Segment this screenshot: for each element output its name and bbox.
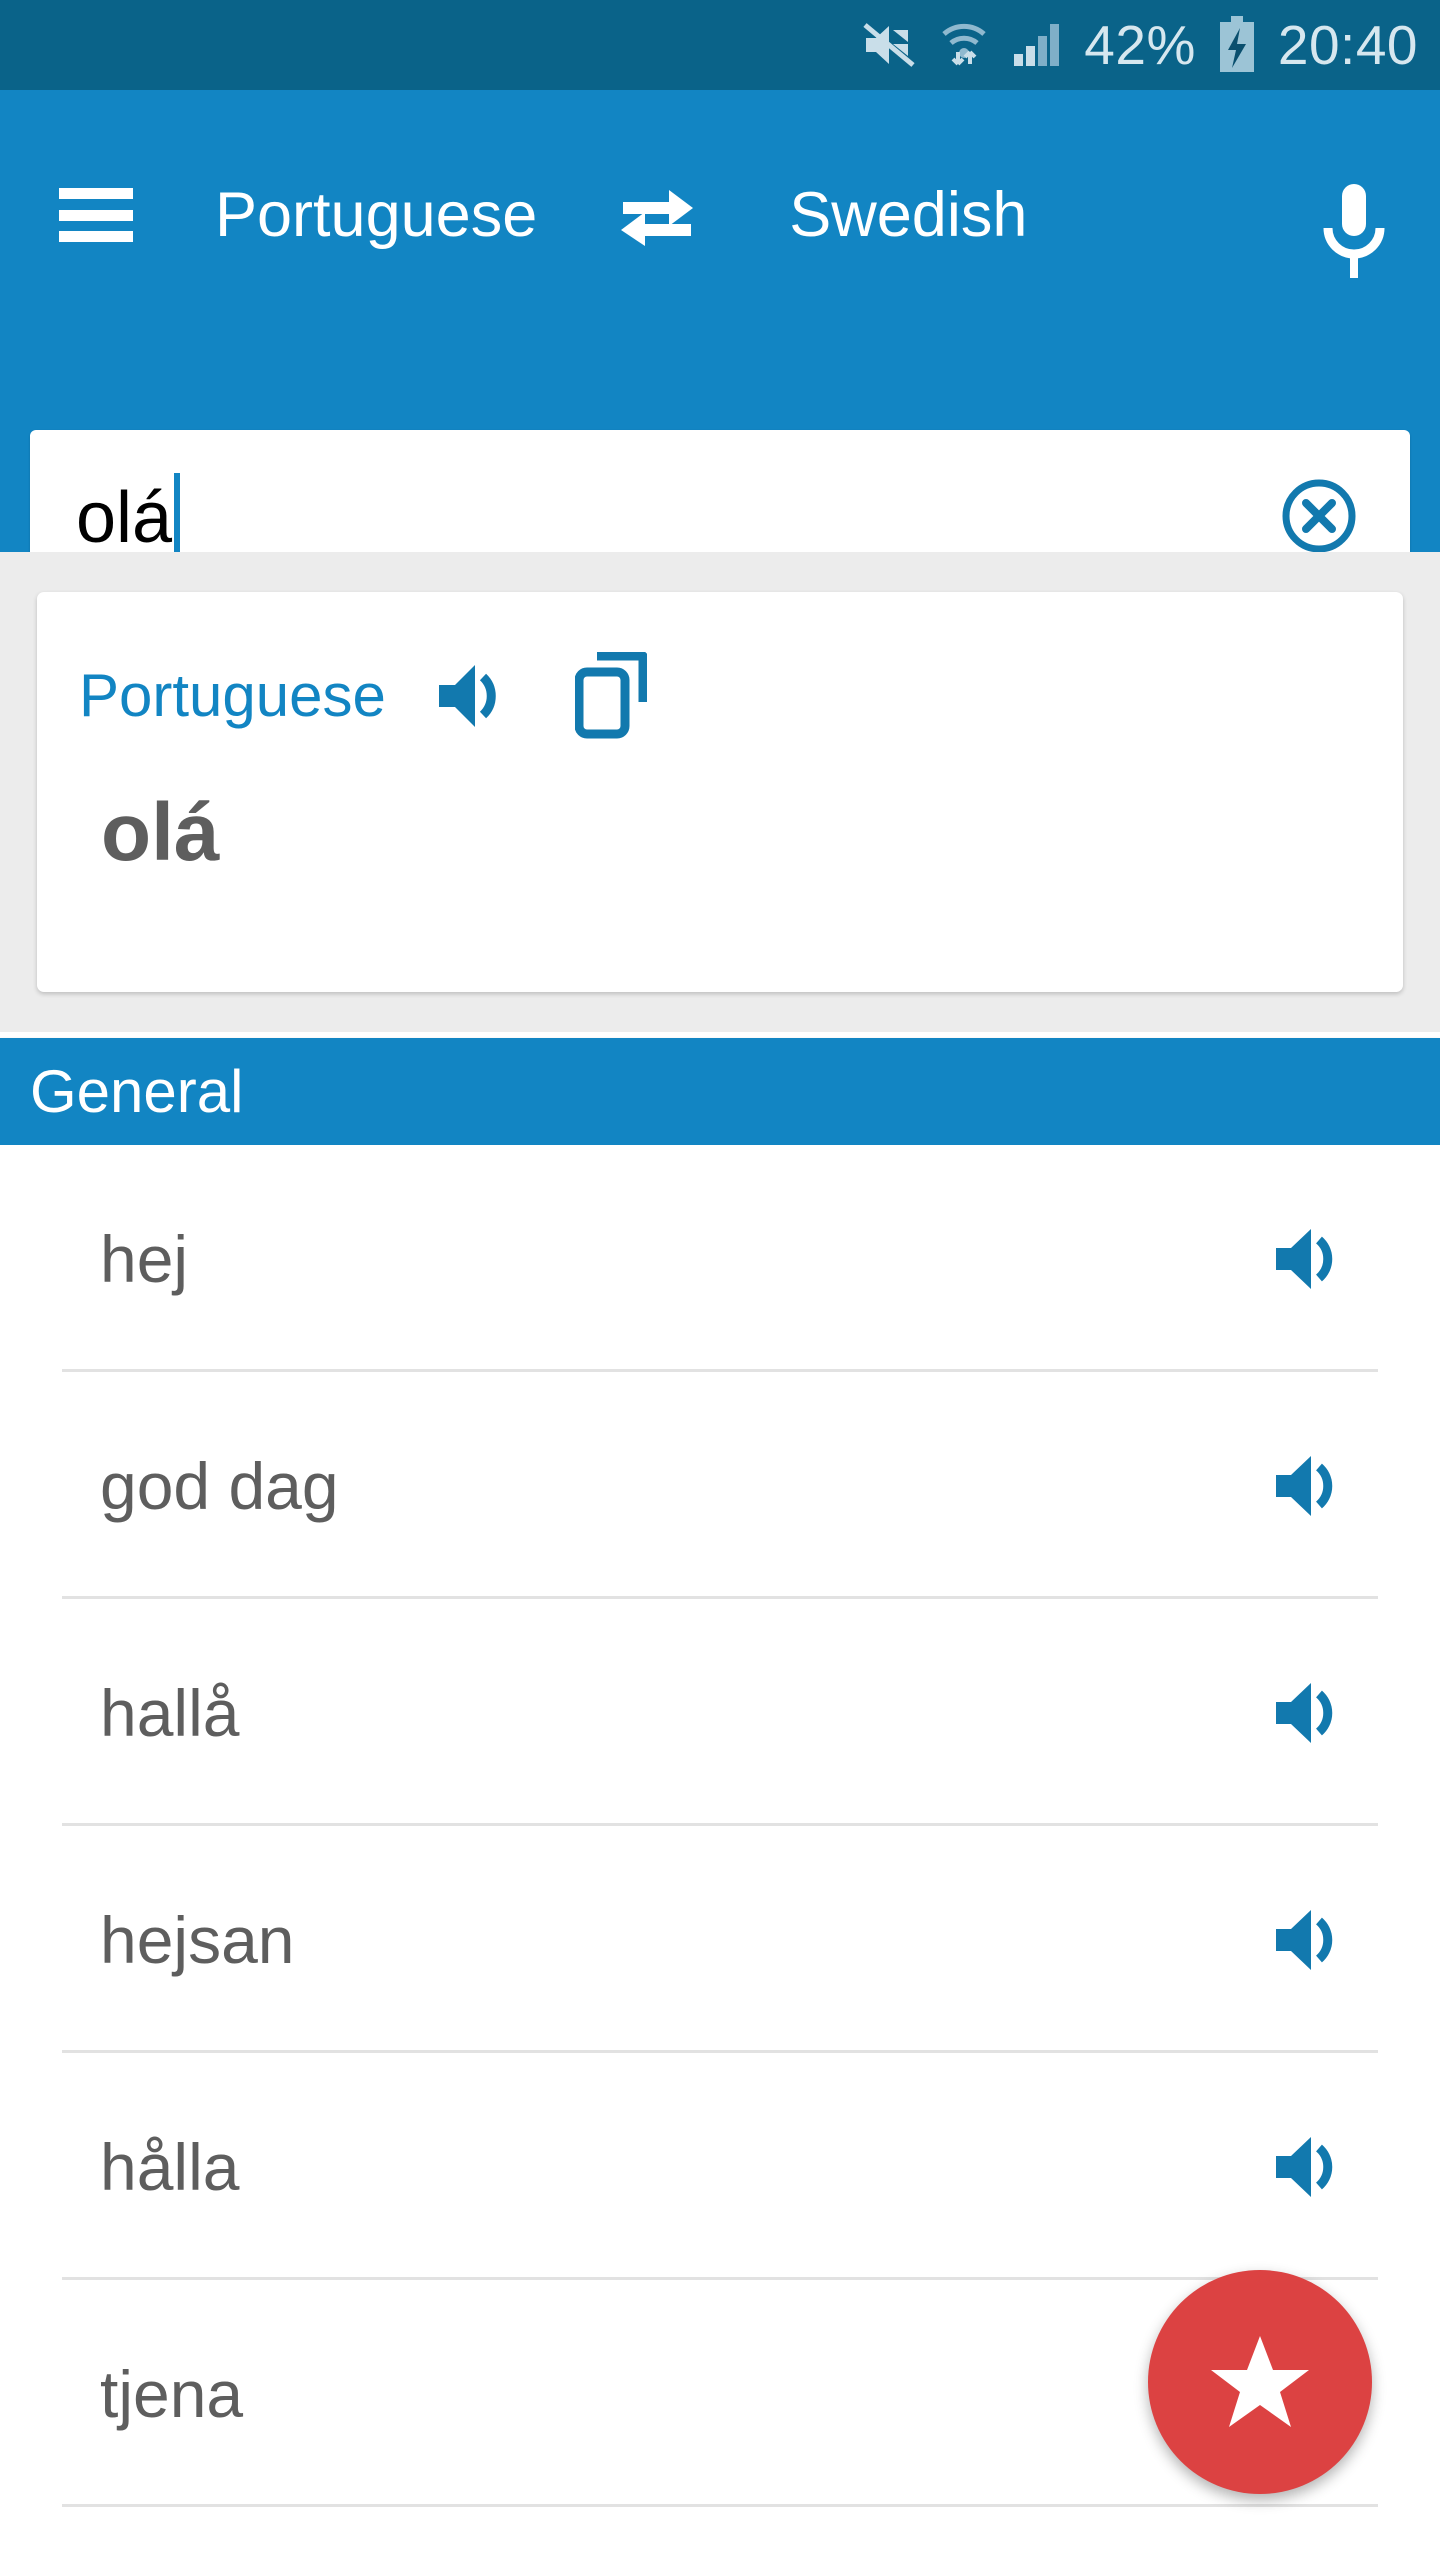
wifi-icon — [942, 23, 986, 66]
translation-text: hålla — [100, 2129, 240, 2204]
list-item[interactable]: hejsan — [0, 1826, 1440, 2053]
translation-text: god dag — [100, 1448, 339, 1523]
section-header-general: General — [0, 1038, 1440, 1145]
app-root: 42% 20:40 Portuguese Swedish olá Portugu… — [0, 0, 1440, 2560]
source-language-selector[interactable]: Portuguese — [215, 183, 537, 247]
speaker-icon[interactable] — [1272, 1452, 1348, 1520]
translation-text: hej — [100, 1221, 189, 1296]
speaker-icon[interactable] — [435, 661, 513, 731]
result-card-word: olá — [101, 787, 220, 878]
translation-text: hallå — [100, 1675, 240, 1750]
result-card-language-label: Portuguese — [79, 662, 386, 729]
copy-icon[interactable] — [574, 652, 647, 740]
favorites-fab[interactable] — [1148, 2270, 1372, 2494]
list-item[interactable]: hej — [0, 1145, 1440, 1372]
mute-icon — [863, 23, 915, 67]
section-title: General — [30, 1057, 244, 1125]
cellular-signal-icon — [1014, 24, 1060, 66]
hamburger-menu-icon[interactable] — [59, 188, 133, 242]
swap-languages-icon[interactable] — [617, 182, 697, 248]
app-bar-top-row: Portuguese Swedish — [0, 90, 1440, 340]
target-language-selector[interactable]: Swedish — [789, 183, 1027, 247]
result-card: Portuguese olá — [37, 592, 1403, 992]
speaker-icon[interactable] — [1272, 1906, 1348, 1974]
list-item[interactable]: hallå — [0, 1599, 1440, 1826]
microphone-icon[interactable] — [1320, 182, 1388, 280]
speaker-icon[interactable] — [1272, 2133, 1348, 2201]
battery-charging-icon — [1219, 16, 1254, 72]
result-card-header: Portuguese — [79, 652, 647, 740]
hamburger-bar — [59, 209, 133, 221]
clear-circle-icon[interactable] — [1280, 477, 1358, 555]
translation-text: tjena — [100, 2356, 244, 2431]
speaker-icon[interactable] — [1272, 1679, 1348, 1747]
hamburger-bar — [59, 231, 133, 242]
list-divider — [62, 2504, 1378, 2507]
speaker-icon[interactable] — [1272, 1225, 1348, 1293]
status-bar: 42% 20:40 — [0, 0, 1440, 90]
status-bar-icons: 42% 20:40 — [862, 16, 1418, 74]
translation-text: hejsan — [100, 1902, 295, 1977]
list-item[interactable]: hålla — [0, 2053, 1440, 2280]
clock-label: 20:40 — [1277, 13, 1418, 76]
hamburger-bar — [59, 188, 133, 199]
app-bar: Portuguese Swedish olá — [0, 90, 1440, 602]
star-icon — [1211, 2336, 1309, 2427]
result-card-zone: Portuguese olá — [0, 552, 1440, 1032]
list-item[interactable]: god dag — [0, 1372, 1440, 1599]
battery-percent-label: 42% — [1084, 13, 1196, 76]
